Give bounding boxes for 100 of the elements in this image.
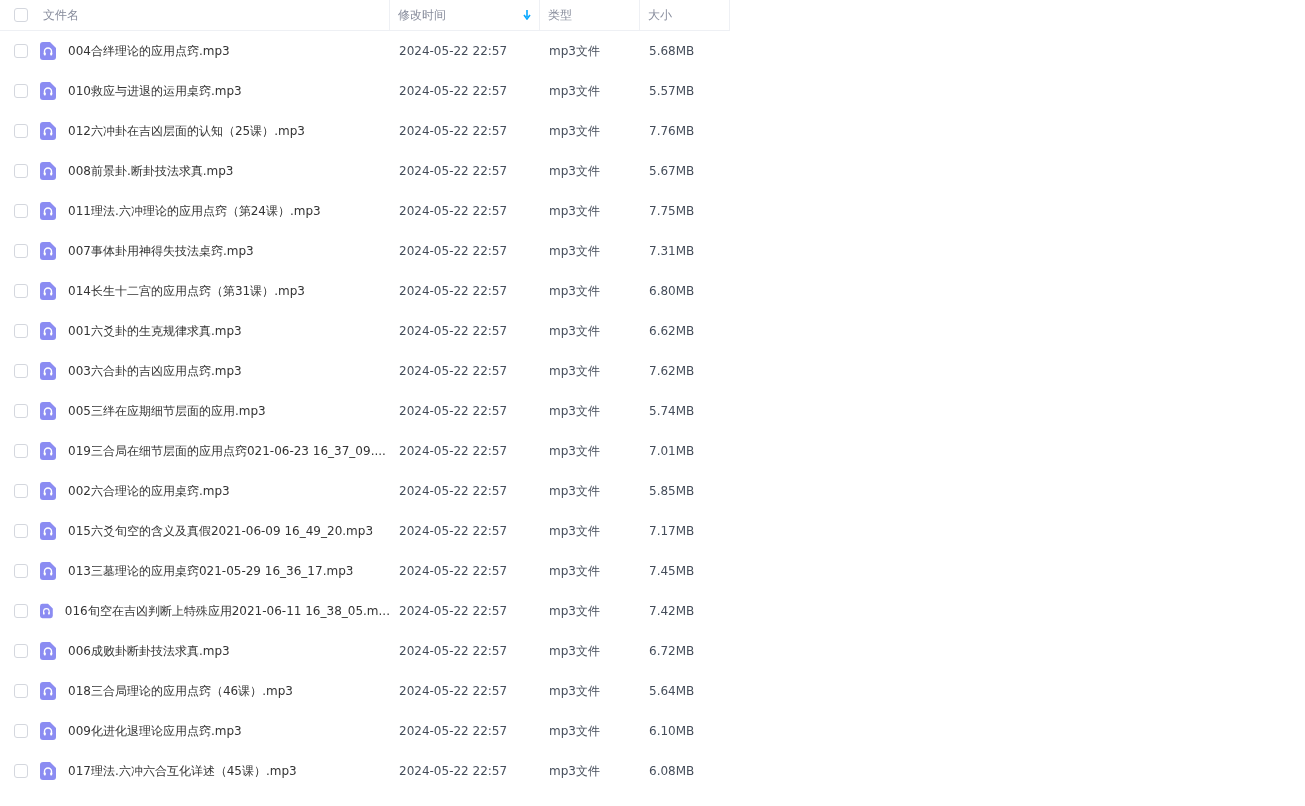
audio-file-icon	[40, 442, 56, 460]
file-row[interactable]: 010救应与进退的运用桌窍.mp3 2024-05-22 22:57 mp3文件 5.57MB	[0, 71, 730, 111]
column-header[interactable]: 修改时间	[390, 0, 540, 30]
file-row[interactable]: 016旬空在吉凶判断上特殊应用2021-06-11 16_38_05.m... 2024-05-22 22:57 mp3文件 7.42MB	[0, 591, 730, 631]
row-checkbox[interactable]	[14, 284, 28, 298]
file-type: mp3文件	[548, 762, 601, 780]
modified-time: 2024-05-22 22:57	[398, 124, 509, 138]
file-name[interactable]: 010救应与进退的运用桌窍.mp3	[68, 82, 242, 100]
file-type: mp3文件	[548, 362, 601, 380]
row-checkbox[interactable]	[14, 764, 28, 778]
file-name[interactable]: 018三合局理论的应用点窍（46课）.mp3	[68, 682, 293, 700]
modified-time: 2024-05-22 22:57	[398, 564, 509, 578]
sort-arrow-icon[interactable]	[523, 10, 531, 20]
file-name[interactable]: 014长生十二宫的应用点窍（第31课）.mp3	[68, 282, 305, 300]
file-size: 5.74MB	[648, 404, 696, 418]
file-name[interactable]: 006成败卦断卦技法求真.mp3	[68, 642, 230, 660]
row-checkbox[interactable]	[14, 604, 28, 618]
row-checkbox[interactable]	[14, 644, 28, 658]
file-name[interactable]: 013三墓理论的应用桌窍021-05-29 16_36_17.mp3	[68, 562, 354, 580]
file-size: 6.10MB	[648, 724, 696, 738]
audio-file-icon	[40, 682, 56, 700]
file-name[interactable]: 004合绊理论的应用点窍.mp3	[68, 42, 230, 60]
file-type: mp3文件	[548, 242, 601, 260]
audio-file-icon	[40, 202, 56, 220]
file-size: 7.01MB	[648, 444, 696, 458]
row-checkbox[interactable]	[14, 44, 28, 58]
modified-time: 2024-05-22 22:57	[398, 644, 509, 658]
file-row[interactable]: 005三绊在应期细节层面的应用.mp3 2024-05-22 22:57 mp3文件 5.74MB	[0, 391, 730, 431]
file-row[interactable]: 011理法.六冲理论的应用点窍（第24课）.mp3 2024-05-22 22:57 mp3文件 7.75MB	[0, 191, 730, 231]
file-row[interactable]: 006成败卦断卦技法求真.mp3 2024-05-22 22:57 mp3文件 6.72MB	[0, 631, 730, 671]
file-row[interactable]: 013三墓理论的应用桌窍021-05-29 16_36_17.mp3 2024-05-22 22:57 mp3文件 7.45MB	[0, 551, 730, 591]
row-checkbox[interactable]	[14, 164, 28, 178]
row-checkbox[interactable]	[14, 564, 28, 578]
file-type: mp3文件	[548, 162, 601, 180]
file-name[interactable]: 001六爻卦的生克规律求真.mp3	[68, 322, 242, 340]
file-row[interactable]: 017理法.六冲六合互化详述（45课）.mp3 2024-05-22 22:57 mp3文件 6.08MB	[0, 751, 730, 791]
row-checkbox[interactable]	[14, 524, 28, 538]
row-checkbox[interactable]	[14, 444, 28, 458]
row-checkbox[interactable]	[14, 684, 28, 698]
audio-file-icon	[40, 522, 56, 540]
row-checkbox[interactable]	[14, 84, 28, 98]
row-checkbox[interactable]	[14, 124, 28, 138]
file-row[interactable]: 009化进化退理论应用点窍.mp3 2024-05-22 22:57 mp3文件 6.10MB	[0, 711, 730, 751]
file-type: mp3文件	[548, 202, 601, 220]
column-header[interactable]: 文件名	[35, 0, 390, 30]
file-type: mp3文件	[548, 482, 601, 500]
file-name[interactable]: 011理法.六冲理论的应用点窍（第24课）.mp3	[68, 202, 321, 220]
file-row[interactable]: 019三合局在细节层面的应用点窍021-06-23 16_37_09.... 2024-05-22 22:57 mp3文件 7.01MB	[0, 431, 730, 471]
column-header-label: 类型	[548, 6, 572, 24]
modified-time: 2024-05-22 22:57	[398, 244, 509, 258]
modified-time: 2024-05-22 22:57	[398, 604, 509, 618]
file-size: 5.68MB	[648, 44, 696, 58]
row-checkbox[interactable]	[14, 324, 28, 338]
file-row[interactable]: 004合绊理论的应用点窍.mp3 2024-05-22 22:57 mp3文件 5.68MB	[0, 31, 730, 71]
select-all-checkbox[interactable]	[14, 8, 28, 22]
file-name[interactable]: 015六爻旬空的含义及真假2021-06-09 16_49_20.mp3	[68, 522, 374, 540]
file-name[interactable]: 009化进化退理论应用点窍.mp3	[68, 722, 242, 740]
file-row[interactable]: 012六冲卦在吉凶层面的认知（25课）.mp3 2024-05-22 22:57 mp3文件 7.76MB	[0, 111, 730, 151]
file-name[interactable]: 002六合理论的应用桌窍.mp3	[68, 482, 230, 500]
audio-file-icon	[40, 162, 56, 180]
file-name[interactable]: 016旬空在吉凶判断上特殊应用2021-06-11 16_38_05.m...	[64, 602, 390, 620]
row-checkbox[interactable]	[14, 724, 28, 738]
modified-time: 2024-05-22 22:57	[398, 684, 509, 698]
row-checkbox[interactable]	[14, 204, 28, 218]
row-checkbox[interactable]	[14, 244, 28, 258]
file-name[interactable]: 008前景卦.断卦技法求真.mp3	[68, 162, 234, 180]
file-row[interactable]: 008前景卦.断卦技法求真.mp3 2024-05-22 22:57 mp3文件 5.67MB	[0, 151, 730, 191]
file-name[interactable]: 012六冲卦在吉凶层面的认知（25课）.mp3	[68, 122, 305, 140]
file-size: 6.80MB	[648, 284, 696, 298]
file-name[interactable]: 003六合卦的吉凶应用点窍.mp3	[68, 362, 242, 380]
modified-time: 2024-05-22 22:57	[398, 84, 509, 98]
audio-file-icon	[40, 42, 56, 60]
file-size: 7.42MB	[648, 604, 696, 618]
row-checkbox[interactable]	[14, 364, 28, 378]
modified-time: 2024-05-22 22:57	[398, 524, 509, 538]
column-header[interactable]: 类型	[540, 0, 640, 30]
file-row[interactable]: 015六爻旬空的含义及真假2021-06-09 16_49_20.mp3 2024-05-22 22:57 mp3文件 7.17MB	[0, 511, 730, 551]
file-type: mp3文件	[548, 642, 601, 660]
file-row[interactable]: 002六合理论的应用桌窍.mp3 2024-05-22 22:57 mp3文件 5.85MB	[0, 471, 730, 511]
file-size: 5.64MB	[648, 684, 696, 698]
file-size: 6.62MB	[648, 324, 696, 338]
file-size: 5.85MB	[648, 484, 696, 498]
file-row[interactable]: 003六合卦的吉凶应用点窍.mp3 2024-05-22 22:57 mp3文件 7.62MB	[0, 351, 730, 391]
column-header[interactable]: 大小	[640, 0, 730, 30]
file-name[interactable]: 005三绊在应期细节层面的应用.mp3	[68, 402, 266, 420]
file-name[interactable]: 007事体卦用神得失技法桌窍.mp3	[68, 242, 254, 260]
file-row[interactable]: 018三合局理论的应用点窍（46课）.mp3 2024-05-22 22:57 mp3文件 5.64MB	[0, 671, 730, 711]
file-name[interactable]: 019三合局在细节层面的应用点窍021-06-23 16_37_09....	[68, 442, 386, 460]
file-row[interactable]: 007事体卦用神得失技法桌窍.mp3 2024-05-22 22:57 mp3文件 7.31MB	[0, 231, 730, 271]
modified-time: 2024-05-22 22:57	[398, 724, 509, 738]
file-size: 7.75MB	[648, 204, 696, 218]
row-checkbox[interactable]	[14, 404, 28, 418]
file-size: 5.57MB	[648, 84, 696, 98]
file-name[interactable]: 017理法.六冲六合互化详述（45课）.mp3	[68, 762, 297, 780]
audio-file-icon	[40, 722, 56, 740]
file-size: 5.67MB	[648, 164, 696, 178]
file-size: 6.72MB	[648, 644, 696, 658]
file-row[interactable]: 014长生十二宫的应用点窍（第31课）.mp3 2024-05-22 22:57 mp3文件 6.80MB	[0, 271, 730, 311]
row-checkbox[interactable]	[14, 484, 28, 498]
file-row[interactable]: 001六爻卦的生克规律求真.mp3 2024-05-22 22:57 mp3文件 6.62MB	[0, 311, 730, 351]
